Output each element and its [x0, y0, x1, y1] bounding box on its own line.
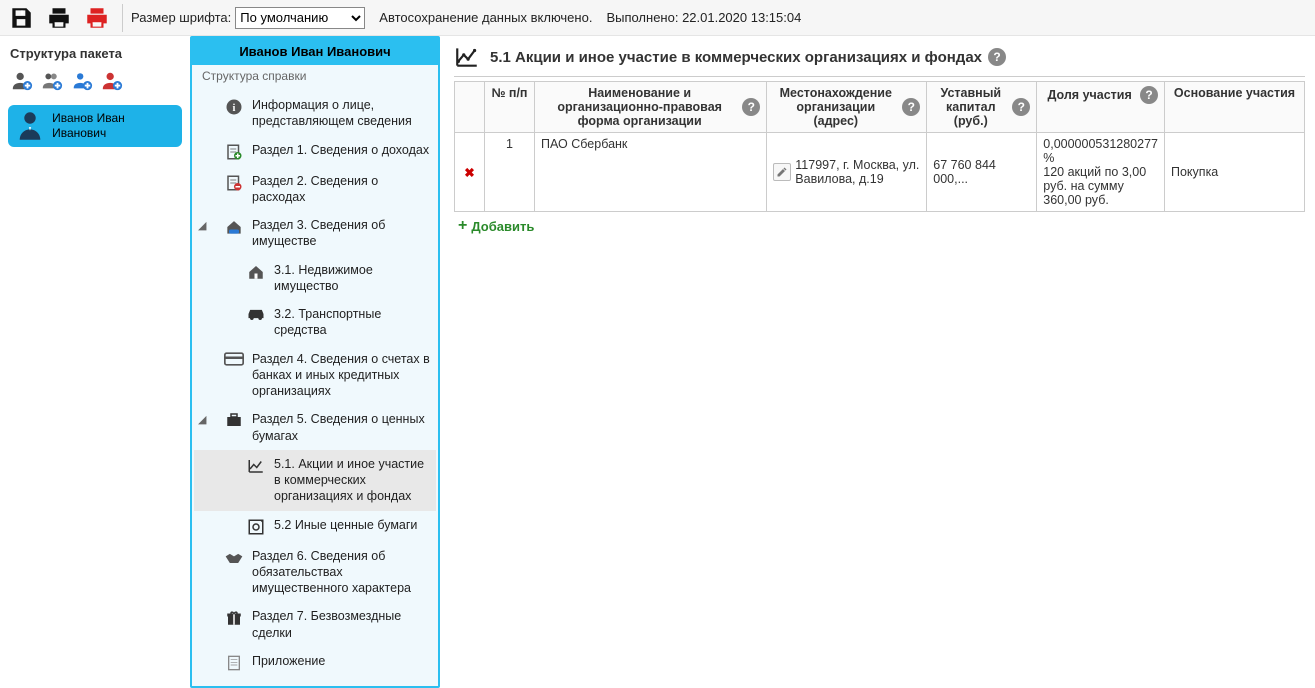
tree-subtitle: Структура справки — [192, 65, 438, 87]
tree-item-s32[interactable]: 3.2. Транспортные средства — [194, 300, 436, 345]
tree-item-s51[interactable]: 5.1. Акции и иное участие в коммерческих… — [194, 450, 436, 511]
user-type-icons — [4, 65, 186, 103]
content-title: 5.1 Акции и иное участие в коммерческих … — [490, 48, 1006, 66]
doc-plus-icon — [224, 143, 244, 161]
help-button[interactable]: ? — [1140, 86, 1158, 104]
doc-minus-icon — [224, 174, 244, 192]
th-name: Наименование и организационно-правовая ф… — [535, 82, 767, 133]
info-icon: i — [224, 98, 244, 116]
floppy-icon — [8, 5, 34, 31]
cell-num: 1 — [485, 133, 535, 212]
tree-item-info[interactable]: i Информация о лице, представляющем свед… — [194, 91, 436, 136]
person-red-plus-icon — [101, 70, 123, 92]
chevron-down-icon: ◢ — [198, 413, 208, 427]
packet-panel: Структура пакета Иванов Иван Иванович — [0, 36, 190, 155]
help-button[interactable]: ? — [742, 98, 760, 116]
edit-address-button[interactable] — [773, 163, 791, 181]
gift-icon — [224, 609, 244, 627]
tree: i Информация о лице, представляющем свед… — [192, 87, 438, 686]
content-panel: 5.1 Акции и иное участие в коммерческих … — [440, 36, 1315, 250]
help-button[interactable]: ? — [902, 98, 920, 116]
font-size-label: Размер шрифта: — [131, 10, 231, 25]
th-basis: Основание участия — [1165, 82, 1305, 133]
toolbar-separator — [122, 4, 123, 32]
house-icon — [246, 263, 266, 281]
plus-icon: + — [458, 218, 467, 234]
add-spouse-button[interactable] — [40, 69, 64, 93]
tree-item-s52[interactable]: 5.2 Иные ценные бумаги — [194, 511, 436, 542]
tree-item-s2[interactable]: Раздел 2. Сведения о расходах — [194, 167, 436, 212]
add-other-button[interactable] — [100, 69, 124, 93]
add-declarant-button[interactable] — [10, 69, 34, 93]
help-button[interactable]: ? — [1012, 98, 1030, 116]
th-num: № п/п — [485, 82, 535, 133]
delete-row-button[interactable]: ✖ — [461, 165, 478, 180]
th-addr: Местонахождение организации (адрес)? — [767, 82, 927, 133]
tree-item-s6[interactable]: Раздел 6. Сведения об обязательствах иму… — [194, 542, 436, 603]
th-capital: Уставный капитал (руб.)? — [927, 82, 1037, 133]
cell-addr[interactable]: 117997, г. Москва, ул. Вавилова, д.19 — [767, 133, 927, 212]
th-share: Доля участия? — [1037, 82, 1165, 133]
autosave-status: Автосохранение данных включено. — [379, 10, 592, 25]
chevron-down-icon: ◢ — [198, 219, 208, 233]
house-car-icon — [224, 218, 244, 236]
print-button[interactable] — [42, 2, 76, 34]
printer-red-icon — [84, 5, 110, 31]
child-plus-icon — [71, 70, 93, 92]
chart-line-icon — [246, 457, 266, 475]
person-plus-icon — [11, 70, 33, 92]
tree-item-s7[interactable]: Раздел 7. Безвозмездные сделки — [194, 602, 436, 647]
avatar-icon — [16, 109, 44, 143]
two-person-plus-icon — [41, 70, 63, 92]
person-name: Иванов Иван Иванович — [52, 111, 174, 141]
add-row-button[interactable]: + Добавить — [454, 212, 538, 240]
tree-item-s31[interactable]: 3.1. Недвижимое имущество — [194, 256, 436, 301]
card-icon — [224, 352, 244, 366]
tree-header: Иванов Иван Иванович — [192, 38, 438, 65]
briefcase-icon — [224, 412, 244, 428]
tree-item-s1[interactable]: Раздел 1. Сведения о доходах — [194, 136, 436, 167]
printer-icon — [46, 5, 72, 31]
cell-capital[interactable]: 67 760 844 000,... — [927, 133, 1037, 212]
car-icon — [246, 307, 266, 321]
tree-item-s5[interactable]: ◢ Раздел 5. Сведения о ценных бумагах — [194, 405, 436, 450]
print-color-button[interactable] — [80, 2, 114, 34]
handshake-icon — [224, 549, 244, 567]
person-item[interactable]: Иванов Иван Иванович — [8, 105, 182, 147]
done-status: Выполнено: 22.01.2020 13:15:04 — [606, 10, 801, 25]
svg-text:i: i — [233, 103, 236, 114]
save-button[interactable] — [4, 2, 38, 34]
content-header: 5.1 Акции и иное участие в коммерческих … — [454, 44, 1305, 77]
tree-item-s3[interactable]: ◢ Раздел 3. Сведения об имуществе — [194, 211, 436, 256]
th-delete — [455, 82, 485, 133]
safe-icon — [246, 518, 266, 536]
table-row: ✖ 1 ПАО Сбербанк 117997, г. Москва, ул. … — [455, 133, 1305, 212]
cell-basis[interactable]: Покупка — [1165, 133, 1305, 212]
cell-share[interactable]: 0,000000531280277 % 120 акций по 3,00 ру… — [1037, 133, 1165, 212]
tree-item-app[interactable]: Приложение — [194, 647, 436, 678]
packet-title: Структура пакета — [4, 42, 186, 65]
toolbar: Размер шрифта: По умолчанию Автосохранен… — [0, 0, 1315, 36]
chart-line-icon — [454, 44, 480, 70]
reference-tree-panel: Иванов Иван Иванович Структура справки i… — [190, 36, 440, 688]
help-button[interactable]: ? — [988, 48, 1006, 66]
shares-table: № п/п Наименование и организационно-прав… — [454, 81, 1305, 212]
font-size-select[interactable]: По умолчанию — [235, 7, 365, 29]
cell-name[interactable]: ПАО Сбербанк — [535, 133, 767, 212]
add-child-button[interactable] — [70, 69, 94, 93]
tree-item-s4[interactable]: Раздел 4. Сведения о счетах в банках и и… — [194, 345, 436, 406]
